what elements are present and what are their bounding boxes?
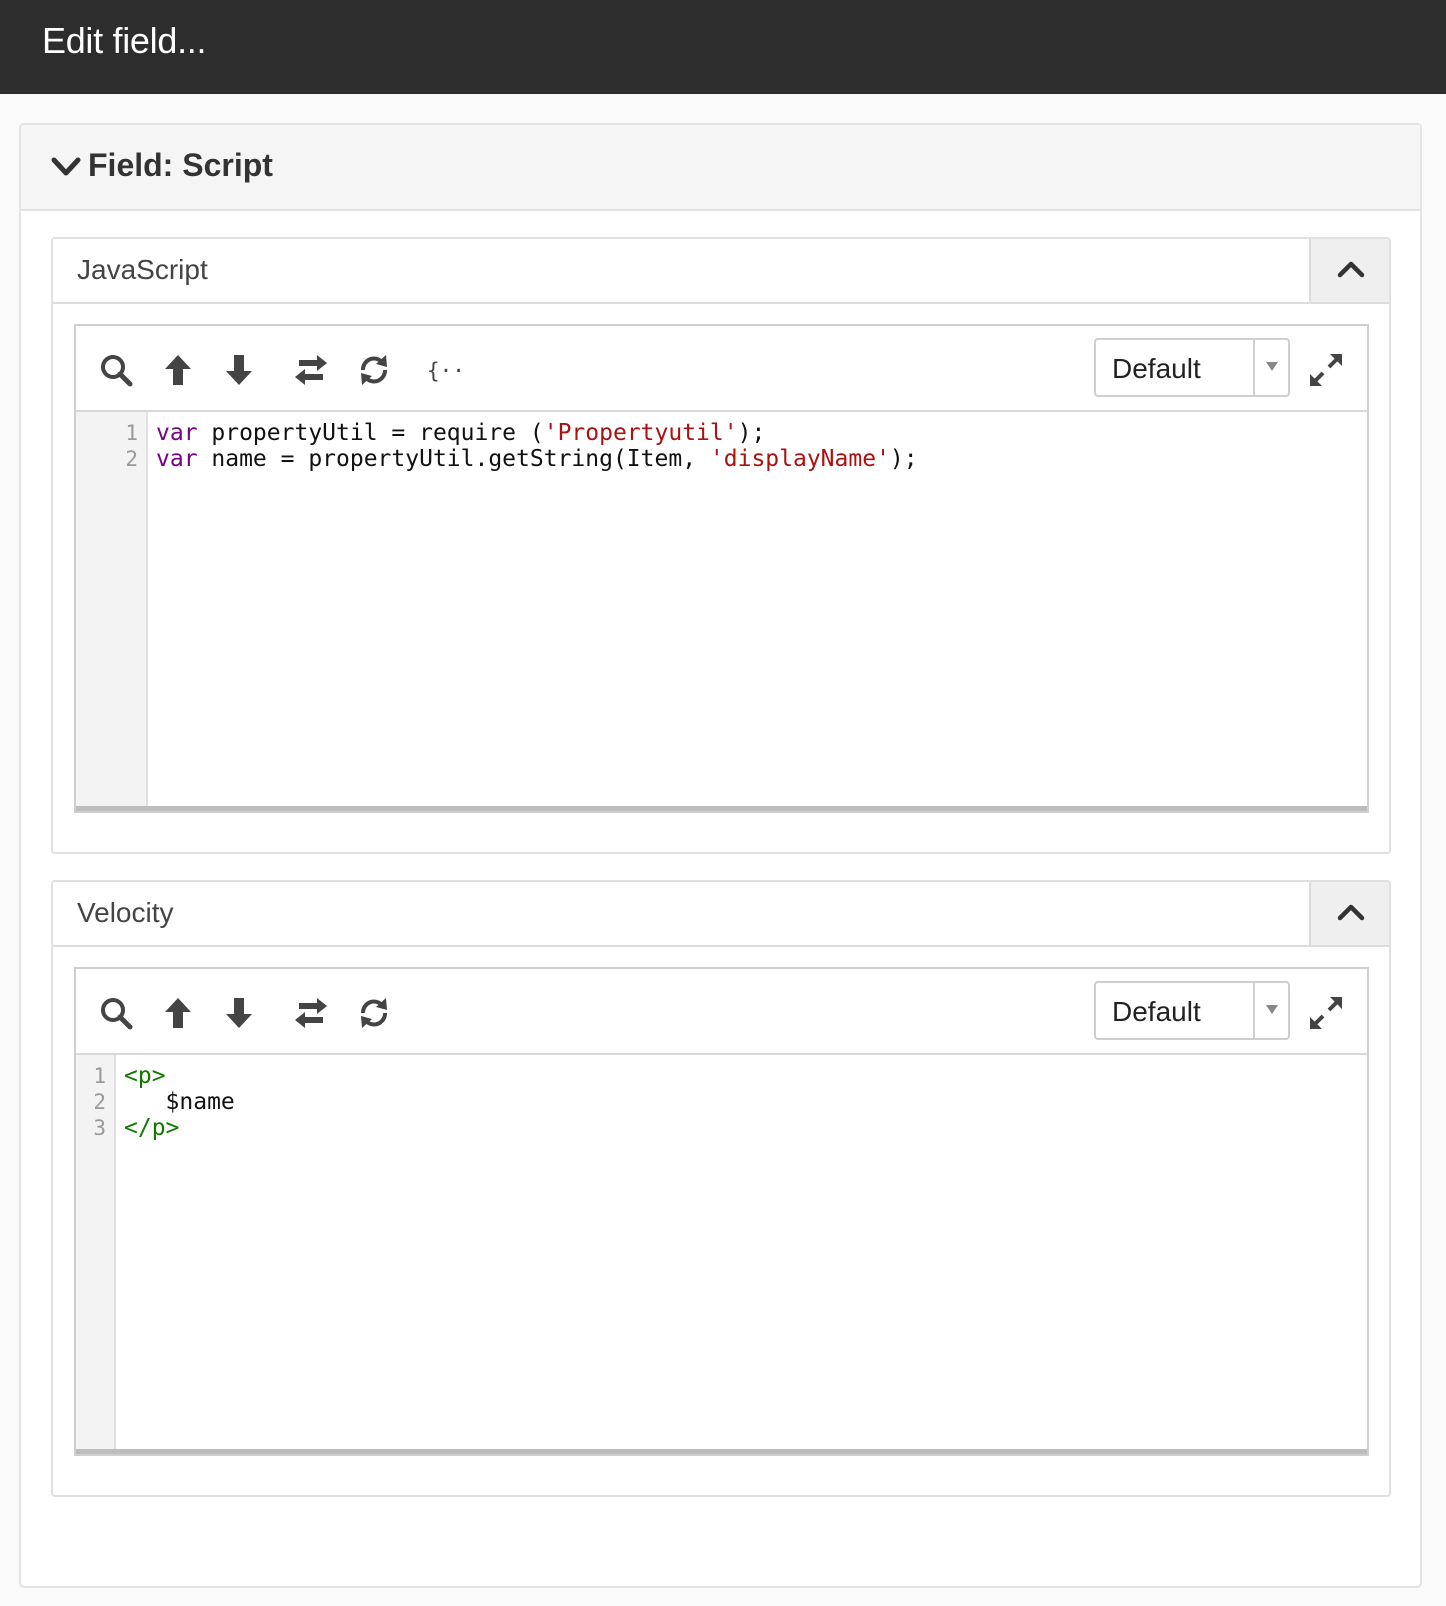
line-number: 1 xyxy=(125,421,138,445)
chevron-up-icon xyxy=(1337,261,1365,278)
code-line: var propertyUtil = require ('Propertyuti… xyxy=(156,420,1367,446)
line-number: 2 xyxy=(125,447,138,471)
code-token: ); xyxy=(737,420,766,446)
chevron-down-icon xyxy=(51,157,81,176)
code-editor-velocity: Default 123 <p> $name </p> xyxy=(74,967,1369,1456)
editor-toolbar: {··} Default xyxy=(76,326,1367,412)
field-section-label: Field: Script xyxy=(88,147,273,183)
expand-icon[interactable] xyxy=(1308,995,1344,1031)
search-icon[interactable] xyxy=(98,995,134,1031)
panel-title: Velocity xyxy=(77,897,174,928)
mode-select[interactable]: Default xyxy=(1094,338,1290,397)
code-area[interactable]: 123 <p> $name </p> xyxy=(76,1055,1367,1454)
line-number-gutter: 123 xyxy=(76,1055,116,1449)
panel-velocity-header: Velocity xyxy=(53,882,1389,947)
code-area[interactable]: 12 var propertyUtil = require ('Property… xyxy=(76,412,1367,811)
code-token: ); xyxy=(889,446,918,472)
panel-velocity: Velocity Default 1 2 3 <p> $name </p> xyxy=(51,880,1391,1497)
code-line: var name = propertyUtil.getString(Item, … xyxy=(156,446,1367,472)
swap-icon[interactable] xyxy=(293,352,329,388)
mode-select[interactable]: Default xyxy=(1094,981,1290,1040)
panel-javascript: JavaScript {· Default 1 2 var propertyUt… xyxy=(51,237,1391,854)
mode-select-value: Default xyxy=(1112,353,1201,384)
editor-toolbar: Default xyxy=(76,969,1367,1055)
code-line: $name xyxy=(124,1089,1367,1115)
expand-icon[interactable] xyxy=(1308,352,1344,388)
code-token: propertyUtil = require ( xyxy=(197,420,544,446)
arrow-up-icon[interactable] xyxy=(160,352,196,388)
field-section-header[interactable]: Field: Script xyxy=(21,125,1420,211)
code-token: var xyxy=(156,446,198,472)
refresh-icon[interactable] xyxy=(356,352,392,388)
code-line: <p> xyxy=(124,1063,1367,1089)
top-bar: Edit field... xyxy=(0,0,1446,94)
code-token: </p> xyxy=(124,1115,180,1141)
caret-down-icon xyxy=(1266,1005,1278,1014)
code-token: $name xyxy=(124,1089,235,1115)
braces-icon[interactable]: {··} xyxy=(426,352,462,388)
line-number-gutter: 12 xyxy=(76,412,148,806)
code-lines: <p> $name </p> xyxy=(124,1063,1367,1141)
code-token: name = propertyUtil.getString(Item, xyxy=(197,446,710,472)
code-lines: var propertyUtil = require ('Propertyuti… xyxy=(156,420,1367,472)
refresh-icon[interactable] xyxy=(356,995,392,1031)
select-divider xyxy=(1253,340,1255,395)
code-token: 'displayName' xyxy=(709,446,890,472)
code-token: 'Propertyutil' xyxy=(543,420,738,446)
panel-title: JavaScript xyxy=(77,254,208,285)
dialog-title: Edit field... xyxy=(42,20,207,61)
chevron-up-icon xyxy=(1337,904,1365,921)
panel-javascript-header: JavaScript xyxy=(53,239,1389,304)
code-token: <p> xyxy=(124,1063,166,1089)
select-divider xyxy=(1253,983,1255,1038)
arrow-down-icon[interactable] xyxy=(221,995,257,1031)
line-number: 1 xyxy=(93,1064,106,1088)
field-section: Field: Script JavaScript {· Default 1 2 … xyxy=(19,123,1422,1588)
search-icon[interactable] xyxy=(98,352,134,388)
svg-text:{··}: {··} xyxy=(427,359,462,383)
swap-icon[interactable] xyxy=(293,995,329,1031)
code-line: </p> xyxy=(124,1115,1367,1141)
code-editor-javascript: {··} Default 12 xyxy=(74,324,1369,813)
line-number: 2 xyxy=(93,1090,106,1114)
arrow-down-icon[interactable] xyxy=(221,352,257,388)
collapse-button[interactable] xyxy=(1309,882,1389,945)
arrow-up-icon[interactable] xyxy=(160,995,196,1031)
caret-down-icon xyxy=(1266,362,1278,371)
code-token: var xyxy=(156,420,198,446)
collapse-button[interactable] xyxy=(1309,239,1389,302)
line-number: 3 xyxy=(93,1116,106,1140)
mode-select-value: Default xyxy=(1112,996,1201,1027)
